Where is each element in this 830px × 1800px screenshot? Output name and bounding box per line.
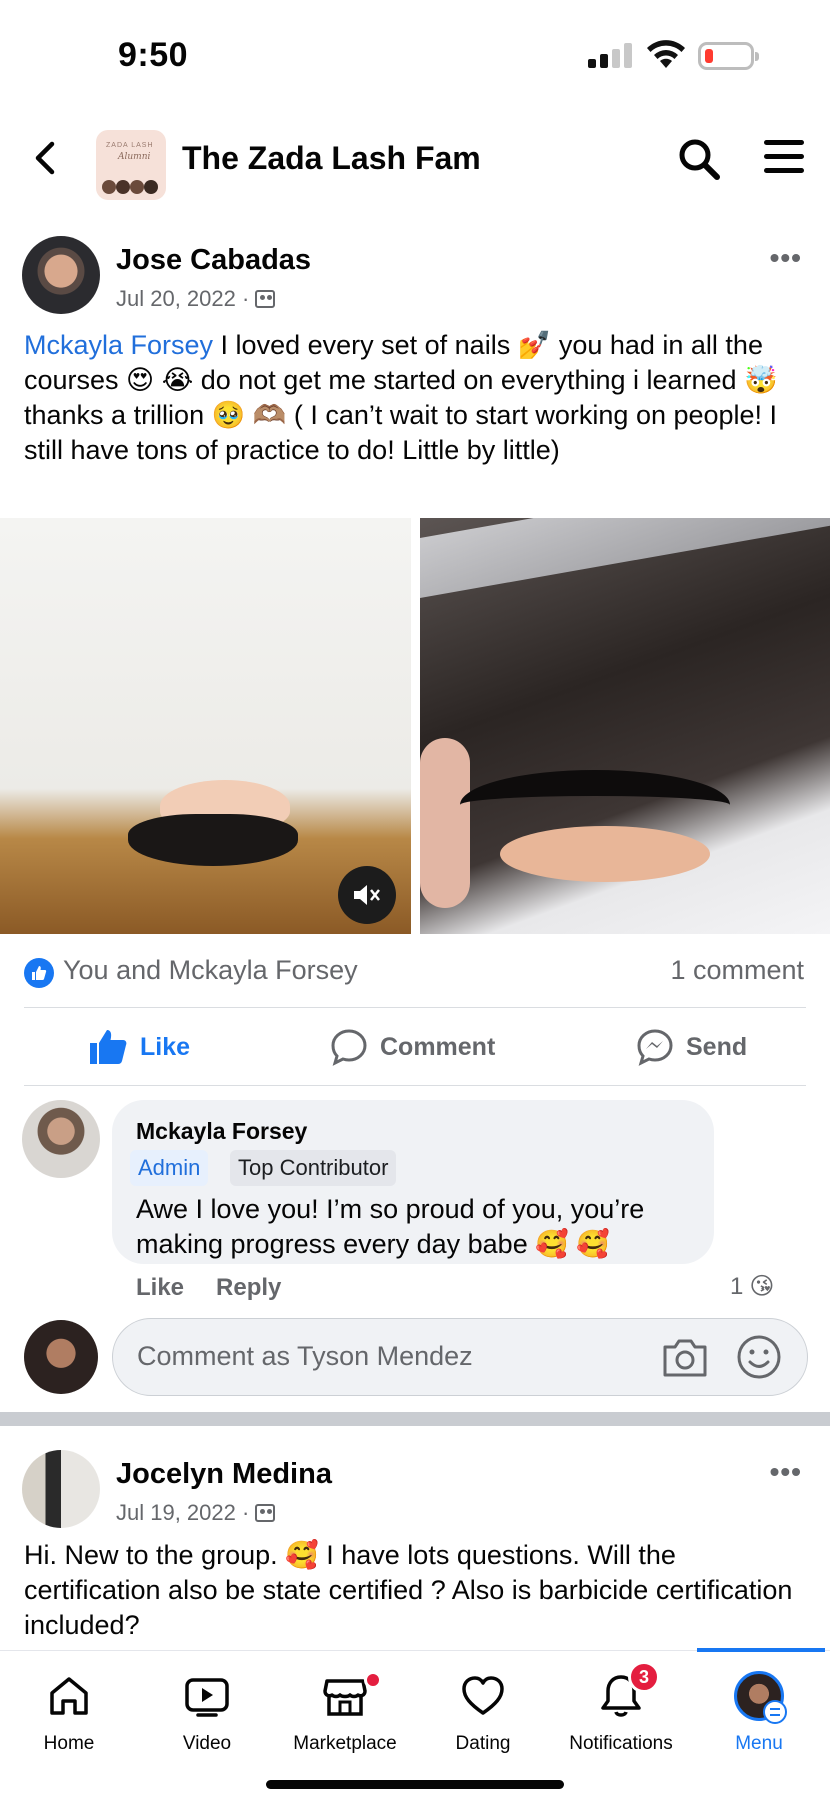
group-header: ZADA LASH Alumni The Zada Lash Fam bbox=[0, 110, 830, 220]
nav-menu-label: Menu bbox=[735, 1733, 783, 1754]
like-label: Like bbox=[140, 1032, 191, 1061]
home-indicator bbox=[266, 1780, 564, 1789]
reactions-summary[interactable]: You and Mckayla Forsey 1 comment bbox=[0, 950, 830, 1006]
comment-bubble-icon bbox=[331, 1029, 367, 1066]
post-photo[interactable] bbox=[420, 518, 830, 934]
profile-menu-icon bbox=[734, 1671, 787, 1724]
nav-marketplace-label: Marketplace bbox=[293, 1733, 397, 1754]
search-icon[interactable] bbox=[676, 136, 722, 182]
top-contributor-badge[interactable]: Top Contributor bbox=[230, 1150, 397, 1186]
comment-composer: Comment as Tyson Mendez bbox=[0, 1318, 830, 1398]
feed-separator bbox=[0, 1412, 830, 1426]
cellular-signal-icon bbox=[588, 42, 632, 68]
nav-dating-label: Dating bbox=[455, 1733, 511, 1754]
group-thumbnail[interactable]: ZADA LASH Alumni bbox=[96, 130, 166, 200]
nav-dating[interactable]: Dating bbox=[414, 1651, 552, 1771]
comment-bubble: Mckayla Forsey Admin Top Contributor Awe… bbox=[112, 1100, 714, 1264]
group-audience-icon bbox=[255, 1504, 276, 1522]
nav-video-label: Video bbox=[182, 1733, 232, 1754]
camera-icon[interactable] bbox=[661, 1335, 709, 1379]
comment-label: Comment bbox=[380, 1032, 496, 1061]
messenger-icon bbox=[637, 1029, 673, 1066]
nav-video[interactable]: Video bbox=[138, 1651, 276, 1771]
comment-count[interactable]: 1 comment bbox=[670, 955, 804, 986]
nav-home-label: Home bbox=[43, 1733, 95, 1754]
author-avatar[interactable] bbox=[22, 1450, 100, 1528]
post-body-text: Mckayla Forsey I loved every set of nail… bbox=[24, 328, 804, 468]
kiss-reaction-icon: 😘 bbox=[749, 1273, 775, 1300]
comment-input-placeholder: Comment as Tyson Mendez bbox=[137, 1341, 473, 1371]
comment-input[interactable]: Comment as Tyson Mendez bbox=[112, 1318, 808, 1396]
post-date[interactable]: Jul 20, 2022 · bbox=[116, 286, 249, 312]
comment-like-button[interactable]: Like bbox=[136, 1274, 184, 1302]
marketplace-icon bbox=[323, 1679, 367, 1716]
home-icon bbox=[50, 1677, 88, 1715]
current-user-avatar bbox=[24, 1320, 98, 1394]
hamburger-menu-icon[interactable] bbox=[764, 140, 804, 178]
dating-icon bbox=[462, 1676, 504, 1715]
post-body-text: Hi. New to the group. 🥰 I have lots ques… bbox=[24, 1540, 793, 1640]
group-thumbnail-title: ZADA LASH bbox=[106, 142, 154, 149]
wifi-icon bbox=[647, 40, 685, 68]
author-avatar[interactable] bbox=[22, 236, 100, 314]
nav-menu[interactable]: Menu bbox=[690, 1651, 828, 1771]
comment-button[interactable]: Comment bbox=[330, 1028, 495, 1066]
mute-icon[interactable] bbox=[338, 866, 396, 924]
post-more-options-button[interactable]: ••• bbox=[770, 1456, 802, 1488]
send-button[interactable]: Send bbox=[636, 1028, 747, 1066]
comment-reaction-count: 1 bbox=[730, 1272, 744, 1300]
comment-reactions[interactable]: 1 😘 bbox=[730, 1272, 774, 1301]
video-thumbnail[interactable] bbox=[0, 518, 411, 934]
nav-notifications[interactable]: 3 Notifications bbox=[552, 1651, 690, 1771]
group-audience-icon bbox=[255, 290, 276, 308]
send-label: Send bbox=[686, 1032, 748, 1061]
post-actions: Like Comment Send bbox=[0, 1010, 830, 1086]
thumbs-up-icon bbox=[90, 1030, 127, 1064]
battery-icon bbox=[698, 42, 759, 70]
nav-home[interactable]: Home bbox=[0, 1651, 138, 1771]
divider bbox=[24, 1007, 806, 1008]
emoji-icon[interactable] bbox=[735, 1333, 783, 1381]
video-icon bbox=[185, 1678, 229, 1717]
back-arrow-icon[interactable] bbox=[24, 136, 68, 180]
post-meta: Jul 19, 2022 · bbox=[116, 1500, 276, 1526]
post-meta: Jul 20, 2022 · bbox=[116, 286, 276, 312]
post-header: Jose Cabadas Jul 20, 2022 · ••• bbox=[0, 236, 830, 326]
reactors-text[interactable]: You and Mckayla Forsey bbox=[63, 955, 358, 986]
like-reaction-icon bbox=[24, 958, 54, 988]
post-more-options-button[interactable]: ••• bbox=[770, 242, 802, 274]
bottom-navigation: Home Video Marketplace Dating 3 Notifica… bbox=[0, 1648, 830, 1800]
marketplace-notification-dot bbox=[364, 1671, 382, 1689]
nav-notifications-label: Notifications bbox=[569, 1733, 673, 1754]
commenter-name[interactable]: Mckayla Forsey bbox=[136, 1118, 307, 1145]
post-header: Jocelyn Medina Jul 19, 2022 · ••• bbox=[0, 1450, 830, 1540]
post-author-name[interactable]: Jose Cabadas bbox=[116, 244, 311, 277]
post-media bbox=[0, 518, 830, 934]
comment-reply-button[interactable]: Reply bbox=[216, 1274, 281, 1302]
post-author-name[interactable]: Jocelyn Medina bbox=[116, 1458, 332, 1491]
group-title[interactable]: The Zada Lash Fam bbox=[182, 140, 481, 177]
notification-count-badge: 3 bbox=[628, 1661, 660, 1693]
status-time: 9:50 bbox=[118, 36, 189, 74]
status-bar: 9:50 bbox=[0, 0, 830, 110]
comment-text: Awe I love you! I’m so proud of you, you… bbox=[136, 1194, 645, 1259]
nav-marketplace[interactable]: Marketplace bbox=[276, 1651, 414, 1771]
like-button[interactable]: Like bbox=[88, 1028, 190, 1066]
post-date[interactable]: Jul 19, 2022 · bbox=[116, 1500, 249, 1526]
mention-link[interactable]: Mckayla Forsey bbox=[24, 330, 213, 360]
group-thumbnail-subtitle: Alumni bbox=[118, 152, 151, 162]
admin-badge[interactable]: Admin bbox=[130, 1150, 209, 1186]
commenter-avatar[interactable] bbox=[22, 1100, 100, 1178]
comment-actions: Like Reply bbox=[136, 1274, 281, 1302]
divider bbox=[24, 1085, 806, 1086]
